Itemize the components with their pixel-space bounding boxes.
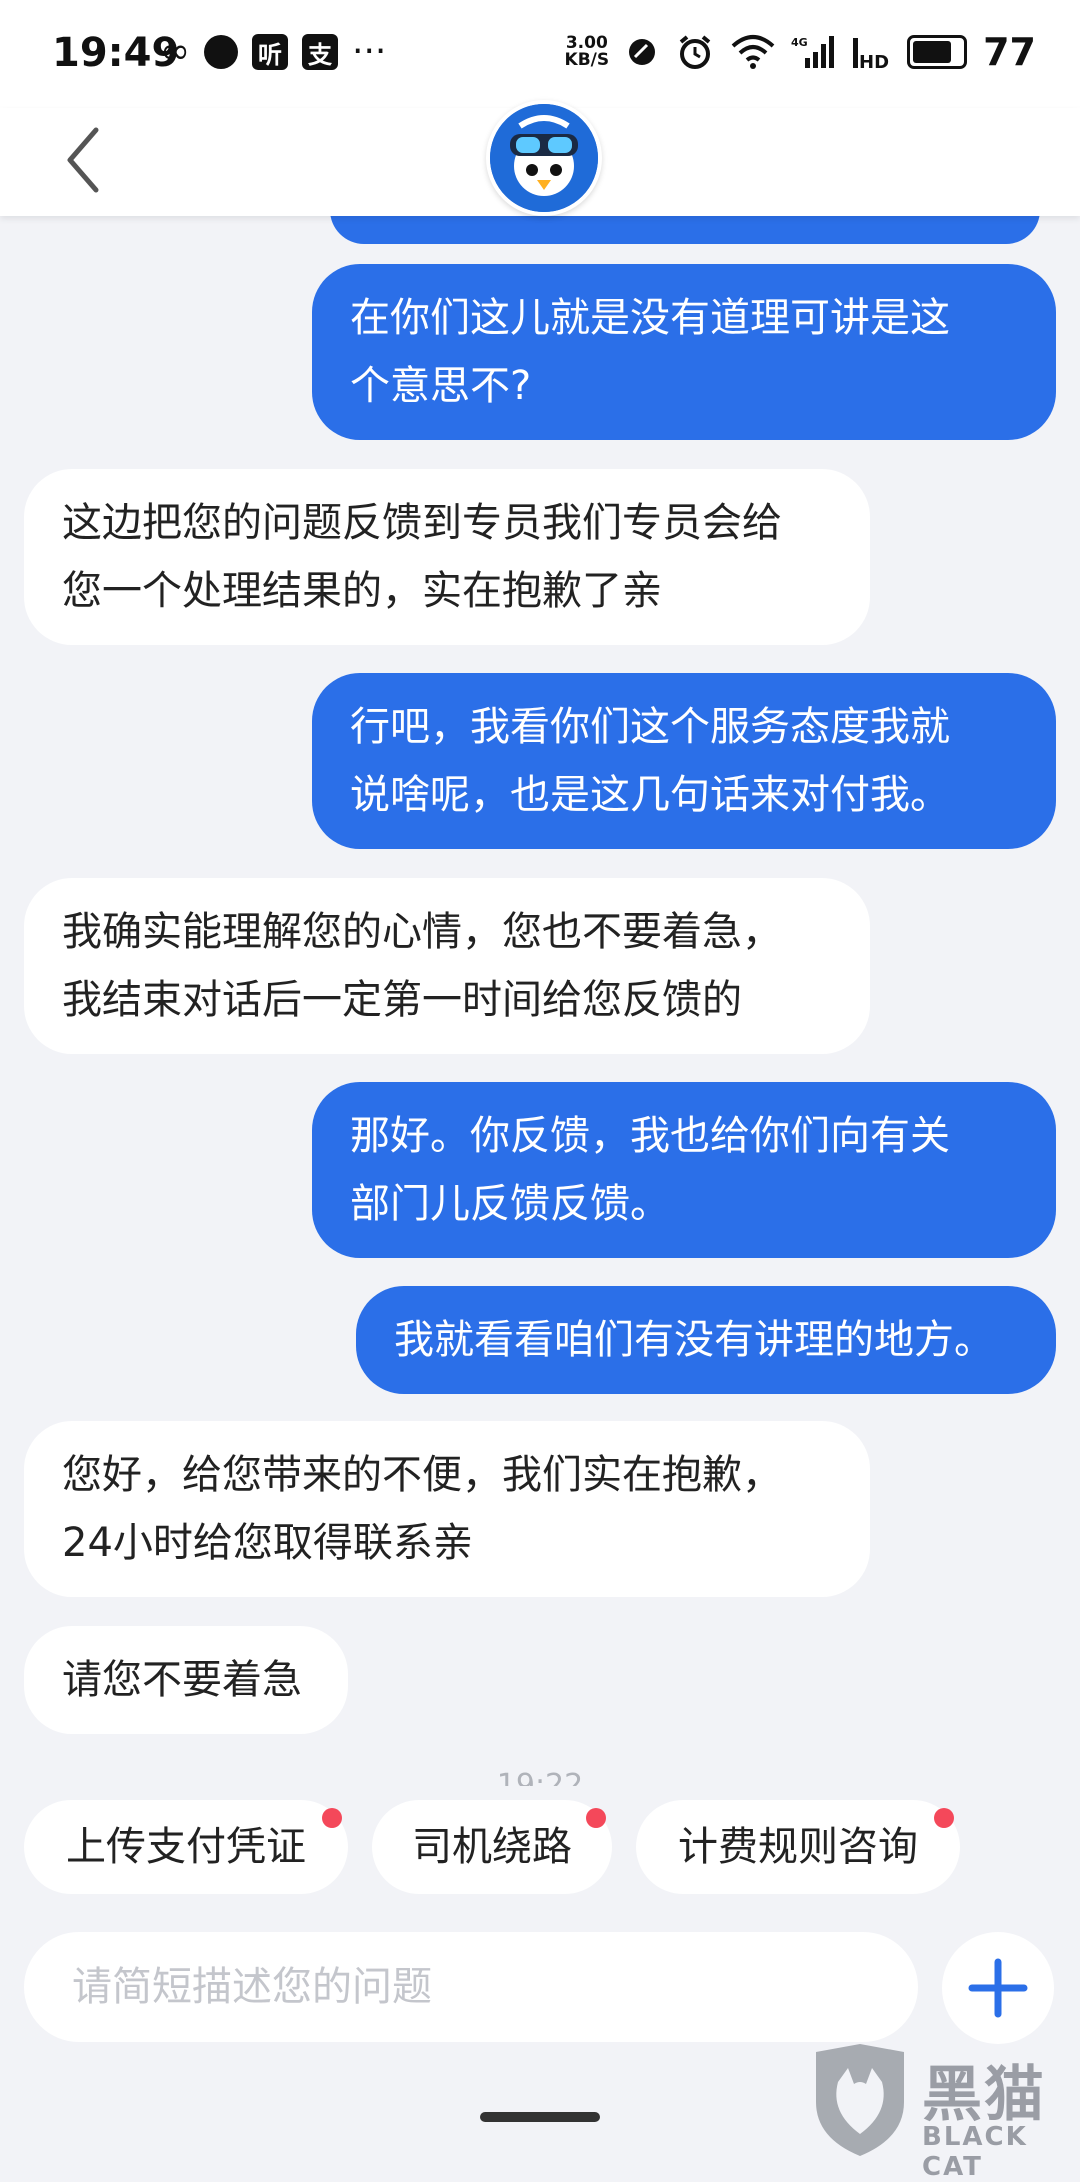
message-timestamp: 19:22 xyxy=(496,1768,584,1786)
quick-action-label: 计费规则咨询 xyxy=(678,1824,918,1870)
svg-text:4G: 4G xyxy=(791,36,808,49)
watermark-logo: 黑猫 BLACK CAT xyxy=(808,2040,1080,2182)
chat-bubble-icon xyxy=(204,35,238,69)
status-notification-icons: ∞ 听 支 ··· xyxy=(160,30,386,74)
agent-message-bubble[interactable]: 请您不要着急 xyxy=(24,1626,348,1734)
chat-message-list[interactable]: 在你们这儿就是没有道理可讲是这 个意思不? 这边把您的问题反馈到专员我们专员会给… xyxy=(0,216,1080,1786)
alipay-icon: 支 xyxy=(302,34,338,70)
quick-actions-bar: 上传支付凭证 司机绕路 计费规则咨询 xyxy=(0,1786,1080,1896)
more-dots-icon: ··· xyxy=(352,31,387,72)
alarm-clock-icon xyxy=(679,35,711,69)
listen-app-icon: 听 xyxy=(252,34,288,70)
chat-header xyxy=(0,100,1080,216)
watermark-subtext: BLACK CAT xyxy=(922,2122,1028,2182)
network-speed: 3.00 KB/S xyxy=(565,35,610,69)
agent-message-bubble[interactable]: 这边把您的问题反馈到专员我们专员会给 您一个处理结果的，实在抱歉了亲 xyxy=(24,469,870,645)
battery-icon xyxy=(907,35,968,69)
previous-message-bubble xyxy=(330,216,1040,244)
quick-action-fare-rules[interactable]: 计费规则咨询 xyxy=(636,1800,960,1894)
home-indicator[interactable] xyxy=(480,2112,600,2122)
quick-action-driver-detour[interactable]: 司机绕路 xyxy=(372,1800,612,1894)
wifi-icon xyxy=(731,35,775,69)
back-button[interactable] xyxy=(56,120,116,200)
quick-action-label: 司机绕路 xyxy=(412,1824,572,1870)
penguin-mascot-icon xyxy=(490,104,598,212)
user-message-bubble[interactable]: 我就看看咱们有没有讲理的地方。 xyxy=(356,1286,1056,1394)
network-speed-unit: KB/S xyxy=(564,50,610,70)
plus-icon xyxy=(968,1958,1028,2018)
battery-level: 77 xyxy=(983,30,1036,74)
chevron-left-icon xyxy=(67,127,99,193)
message-input[interactable] xyxy=(24,1932,918,2042)
quick-action-upload-payment[interactable]: 上传支付凭证 xyxy=(24,1800,348,1894)
user-message-bubble[interactable]: 在你们这儿就是没有道理可讲是这 个意思不? xyxy=(312,264,1056,440)
agent-message-bubble[interactable]: 您好，给您带来的不便，我们实在抱歉， 24小时给您取得联系亲 xyxy=(24,1421,870,1597)
status-bar: 19:49 ∞ 听 支 ··· 3.00 KB/S 4G HD 77 xyxy=(0,0,1080,108)
sync-icon xyxy=(629,39,656,65)
notification-dot-icon xyxy=(322,1808,342,1828)
signal-4g-icon: 4G xyxy=(791,36,835,68)
user-message-bubble[interactable]: 行吧，我看你们这个服务态度我就 说啥呢，也是这几句话来对付我。 xyxy=(312,673,1056,849)
infinity-icon: ∞ xyxy=(160,31,190,72)
notification-dot-icon xyxy=(934,1808,954,1828)
hd-signal-icon: HD xyxy=(853,38,889,70)
notification-dot-icon xyxy=(586,1808,606,1828)
quick-action-label: 上传支付凭证 xyxy=(66,1824,306,1870)
status-system-icons: 3.00 KB/S 4G HD 77 xyxy=(565,30,1036,74)
watermark-text: 黑猫 xyxy=(922,2060,1046,2130)
svg-text:HD: HD xyxy=(859,52,889,70)
agent-message-bubble[interactable]: 我确实能理解您的心情，您也不要着急， 我结束对话后一定第一时间给您反馈的 xyxy=(24,878,870,1054)
avatar[interactable] xyxy=(486,100,602,216)
user-message-bubble[interactable]: 那好。你反馈，我也给你们向有关 部门儿反馈反馈。 xyxy=(312,1082,1056,1258)
add-attachment-button[interactable] xyxy=(942,1932,1054,2044)
black-cat-shield-icon xyxy=(816,2044,904,2156)
